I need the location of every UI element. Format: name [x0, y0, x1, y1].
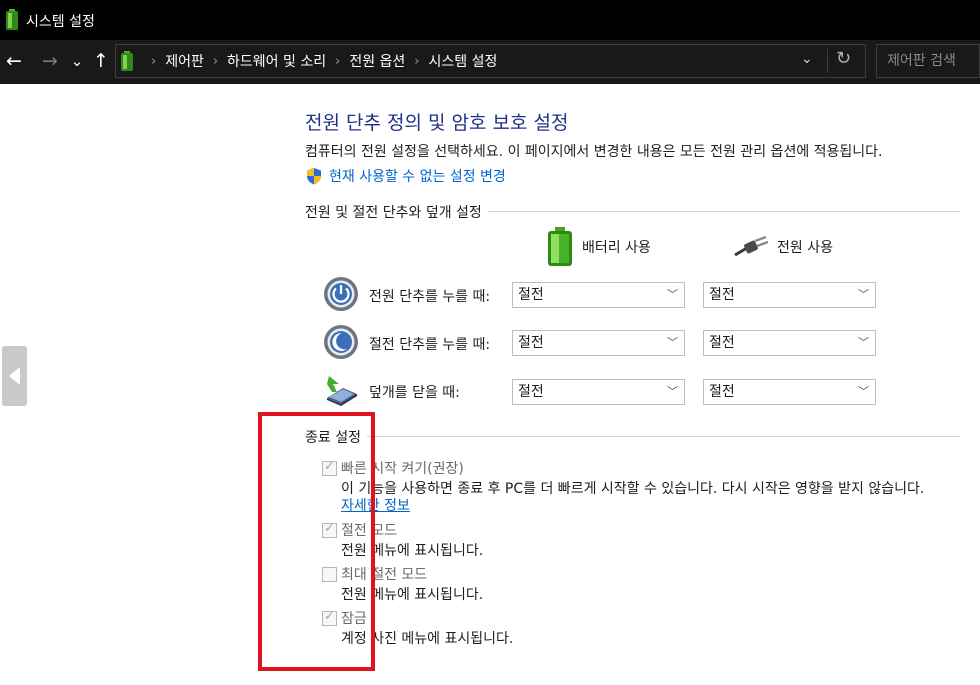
chevron-down-icon: ﹀: [667, 385, 678, 398]
section-divider: [305, 436, 960, 437]
battery-location-icon: [121, 51, 133, 71]
uac-shield-icon: [307, 168, 321, 185]
sleep-button-battery-select[interactable]: 절전 ﹀: [512, 330, 685, 356]
sleep-button-icon: [324, 325, 358, 359]
select-value: 절전: [709, 335, 735, 351]
chevron-down-icon: ﹀: [667, 336, 678, 349]
breadcrumb-power-options[interactable]: 전원 옵션: [349, 51, 405, 71]
power-section-title: 전원 및 절전 단추와 덮개 설정: [305, 202, 488, 222]
battery-column-label: 배터리 사용: [582, 240, 651, 256]
sleep-button-plugged-select[interactable]: 절전 ﹀: [703, 330, 876, 356]
power-button-icon: [324, 277, 358, 311]
chevron-down-icon: ﹀: [858, 385, 869, 398]
address-divider: [827, 49, 828, 73]
battery-icon: [548, 227, 572, 266]
sleep-button-label: 절전 단추를 누를 때:: [369, 337, 491, 353]
change-unavailable-settings-link[interactable]: 현재 사용할 수 없는 설정 변경: [305, 166, 506, 186]
search-input[interactable]: 제어판 검색: [876, 44, 980, 78]
up-button[interactable]: ↑: [87, 46, 115, 76]
window-title: 시스템 설정: [26, 14, 95, 30]
page-description: 컴퓨터의 전원 설정을 선택하세요. 이 페이지에서 변경한 내용은 모든 전원…: [305, 144, 883, 160]
plugged-column-label: 전원 사용: [777, 240, 833, 256]
change-unavailable-settings-label[interactable]: 현재 사용할 수 없는 설정 변경: [329, 166, 506, 186]
highlight-annotation-box: [258, 412, 375, 671]
lid-close-plugged-select[interactable]: 절전 ﹀: [703, 379, 876, 405]
breadcrumb-separator[interactable]: ›: [213, 54, 218, 69]
collapse-arrow-icon: [9, 367, 20, 385]
select-value: 절전: [518, 384, 544, 400]
breadcrumb-system-settings[interactable]: 시스템 설정: [429, 51, 498, 71]
back-button[interactable]: ←: [0, 46, 28, 76]
select-value: 절전: [518, 287, 544, 303]
fast-startup-description: 이 기능을 사용하면 종료 후 PC를 더 빠르게 시작할 수 있습니다. 다시…: [341, 481, 925, 497]
title-bar: 시스템 설정: [0, 0, 980, 40]
breadcrumb-hardware-sound[interactable]: 하드웨어 및 소리: [227, 51, 326, 71]
laptop-lid-icon: [327, 376, 357, 406]
select-value: 절전: [709, 384, 735, 400]
plugged-column-header: 전원 사용: [733, 227, 833, 267]
chevron-down-icon: ﹀: [667, 288, 678, 301]
navigation-bar: ← → ⌄ ↑ › 제어판 › 하드웨어 및 소리 › 전원 옵션 › 시스템 …: [0, 40, 980, 84]
power-button-battery-select[interactable]: 절전 ﹀: [512, 282, 685, 308]
chevron-down-icon: ﹀: [858, 336, 869, 349]
power-plug-icon: [734, 235, 769, 257]
side-panel-toggle[interactable]: [2, 346, 27, 406]
power-button-label: 전원 단추를 누를 때:: [369, 289, 491, 305]
battery-app-icon: [6, 9, 18, 30]
lid-close-label: 덮개를 닫을 때:: [369, 385, 460, 401]
select-value: 절전: [518, 335, 544, 351]
breadcrumb-control-panel[interactable]: 제어판: [165, 51, 204, 71]
address-bar[interactable]: › 제어판 › 하드웨어 및 소리 › 전원 옵션 › 시스템 설정 ⌄ ↻: [115, 44, 866, 78]
lid-close-battery-select[interactable]: 절전 ﹀: [512, 379, 685, 405]
breadcrumb: › 제어판 › 하드웨어 및 소리 › 전원 옵션 › 시스템 설정: [142, 45, 497, 77]
page-title: 전원 단추 정의 및 암호 보호 설정: [305, 112, 569, 134]
power-button-plugged-select[interactable]: 절전 ﹀: [703, 282, 876, 308]
breadcrumb-separator[interactable]: ›: [414, 54, 419, 69]
battery-column-header: 배터리 사용: [546, 227, 651, 267]
select-value: 절전: [709, 287, 735, 303]
breadcrumb-separator: ›: [151, 53, 157, 69]
address-dropdown-icon[interactable]: ⌄: [801, 51, 813, 67]
breadcrumb-separator[interactable]: ›: [335, 54, 340, 69]
chevron-down-icon: ﹀: [858, 288, 869, 301]
forward-button[interactable]: →: [36, 46, 64, 76]
refresh-icon[interactable]: ↻: [836, 48, 851, 69]
